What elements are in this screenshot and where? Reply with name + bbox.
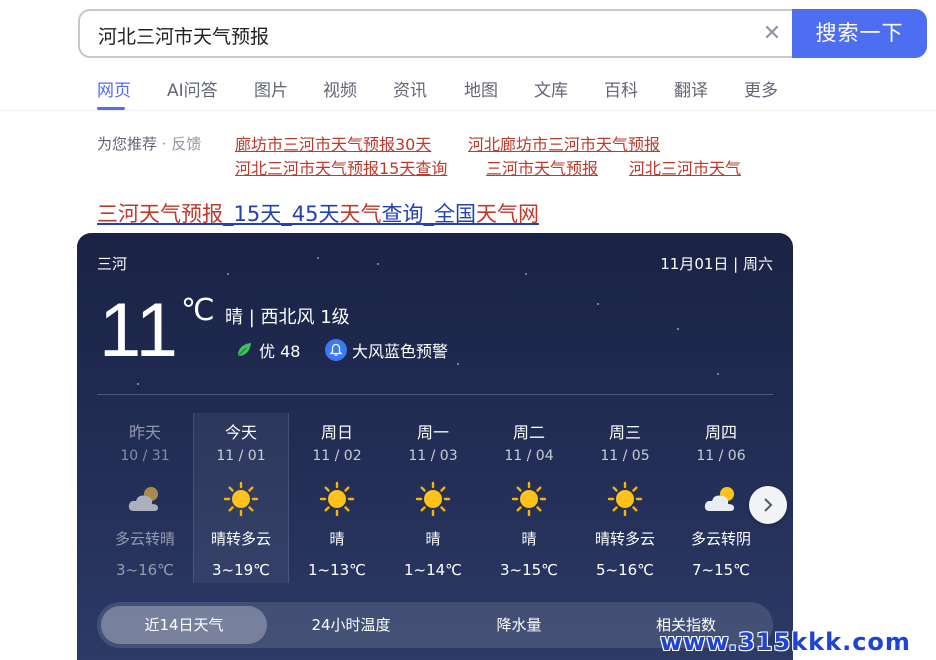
current-condition: 晴 | 西北风 1级	[225, 307, 350, 328]
forecast-day[interactable]: 周日 11 / 02 晴 1~13℃	[289, 413, 385, 583]
tab-ai-qa[interactable]: AI问答	[167, 76, 218, 101]
recommend-label-row: 为您推荐 · 反馈	[97, 133, 201, 154]
star-decoration	[597, 303, 599, 305]
forecast-condition: 多云转阴	[690, 530, 751, 548]
result-title-link[interactable]: 三河天气预报_15天_45天天气查询_全国天气网	[97, 198, 539, 228]
aqi-value: 优 48	[259, 342, 301, 361]
segment-precipitation[interactable]: 降水量	[435, 606, 603, 644]
tab-more[interactable]: 更多	[744, 76, 778, 101]
star-decoration	[377, 263, 379, 265]
tab-videos[interactable]: 视频	[323, 76, 357, 101]
search-button[interactable]: 搜索一下	[792, 9, 927, 58]
sun-icon	[223, 481, 259, 517]
forecast-weekday: 周四	[704, 423, 737, 442]
forecast-weekday: 周三	[608, 423, 641, 442]
leaf-icon	[237, 343, 251, 357]
city-name: 三河	[97, 255, 128, 273]
card-divider	[97, 394, 773, 395]
segment-24h-temp[interactable]: 24小时温度	[267, 606, 435, 644]
result-title-part: 天气网	[475, 202, 539, 226]
forecast-day[interactable]: 今天 11 / 01 晴转多云 3~19℃	[193, 413, 289, 583]
current-temperature: 11	[99, 288, 178, 373]
recommend-link-2[interactable]: 河北廊坊市三河市天气预报	[468, 131, 660, 155]
star-decoration	[137, 383, 139, 385]
forecast-day[interactable]: 昨天 10 / 31 多云转晴 3~16℃	[97, 413, 193, 583]
forecast-condition: 晴	[521, 530, 537, 548]
forecast-condition: 晴转多云	[210, 530, 271, 548]
recommend-link-4[interactable]: 三河市天气预报	[486, 155, 598, 179]
tab-translate[interactable]: 翻译	[674, 76, 708, 101]
result-title-part: 查询_全国	[381, 202, 476, 226]
sun-icon	[415, 481, 451, 517]
recommend-link-1[interactable]: 廊坊市三河市天气预报30天	[235, 131, 431, 155]
tab-baike[interactable]: 百科	[604, 76, 638, 101]
result-title-part: _15天_45天	[223, 202, 340, 226]
result-title-part: 天气	[339, 202, 382, 226]
sun-icon	[607, 481, 643, 517]
star-decoration	[317, 257, 319, 259]
tab-map[interactable]: 地图	[464, 76, 498, 101]
forecast-weekday: 昨天	[128, 423, 161, 442]
cloud-sun-icon	[704, 487, 734, 511]
forecast-condition: 晴	[425, 530, 441, 548]
forecast-weekday: 周二	[512, 423, 545, 442]
forecast-day[interactable]: 周二 11 / 04 晴 3~15℃	[481, 413, 577, 583]
weather-card: 三河 11月01日 | 周六 11 ℃ 晴 | 西北风 1级 优 48 大风蓝色…	[77, 233, 793, 660]
search-box: ✕	[78, 9, 794, 58]
forecast-date: 11 / 06	[696, 448, 746, 464]
feedback-link[interactable]: 反馈	[171, 135, 201, 153]
current-date: 11月01日 | 周六	[660, 255, 773, 273]
tab-news[interactable]: 资讯	[393, 76, 427, 101]
forecast-temp-range: 1~13℃	[307, 561, 367, 579]
tab-library[interactable]: 文库	[534, 76, 568, 101]
star-decoration	[525, 273, 527, 275]
next-days-button[interactable]	[749, 486, 787, 524]
tab-web[interactable]: 网页	[97, 76, 131, 101]
tabs-divider	[0, 110, 936, 111]
forecast-temp-range: 3~15℃	[499, 561, 559, 579]
recommend-label: 为您推荐	[97, 135, 158, 153]
forecast-day[interactable]: 周三 11 / 05 晴转多云 5~16℃	[577, 413, 673, 583]
forecast-temp-range: 3~19℃	[211, 561, 271, 579]
forecast-condition: 晴转多云	[594, 530, 655, 548]
forecast-date: 11 / 02	[312, 448, 362, 464]
star-decoration	[677, 328, 679, 330]
forecast-temp-range: 3~16℃	[115, 561, 175, 579]
sun-icon	[319, 481, 355, 517]
forecast-weekday: 周一	[416, 423, 449, 442]
forecast-date: 11 / 01	[216, 448, 266, 464]
star-decoration	[227, 273, 229, 275]
forecast-temp-range: 7~15℃	[691, 561, 751, 579]
bell-icon	[325, 339, 347, 361]
chevron-right-icon	[764, 498, 773, 512]
cloud-sun-icon	[128, 487, 158, 511]
sun-icon	[511, 481, 547, 517]
alert-text: 大风蓝色预警	[352, 342, 449, 361]
forecast-day[interactable]: 周一 11 / 03 晴 1~14℃	[385, 413, 481, 583]
watermark: www.315kkk.com	[660, 628, 911, 656]
star-decoration	[457, 363, 459, 365]
clear-icon[interactable]: ✕	[760, 22, 784, 46]
segment-14-day[interactable]: 近14日天气	[101, 606, 267, 644]
recommend-separator: ·	[161, 135, 167, 153]
forecast-weekday: 周日	[320, 423, 353, 442]
air-quality[interactable]: 优 48	[235, 338, 300, 362]
recommend-link-5[interactable]: 河北三河市天气	[629, 155, 741, 179]
forecast-date: 11 / 03	[408, 448, 458, 464]
result-title-part: 三河天气预报	[97, 202, 223, 226]
search-input[interactable]	[98, 21, 738, 49]
weather-alert[interactable]: 大风蓝色预警	[325, 338, 448, 362]
forecast-temp-range: 1~14℃	[403, 561, 463, 579]
forecast-condition: 晴	[329, 530, 345, 548]
forecast-date: 11 / 05	[600, 448, 650, 464]
temperature-unit: ℃	[181, 294, 215, 327]
forecast-weekday: 今天	[224, 423, 257, 442]
tab-images[interactable]: 图片	[254, 76, 288, 101]
forecast-temp-range: 5~16℃	[595, 561, 655, 579]
recommend-link-3[interactable]: 河北三河市天气预报15天查询	[235, 155, 447, 179]
forecast-condition: 多云转晴	[114, 530, 175, 548]
forecast-date: 11 / 04	[504, 448, 554, 464]
forecast-date: 10 / 31	[120, 448, 170, 464]
star-decoration	[717, 373, 719, 375]
